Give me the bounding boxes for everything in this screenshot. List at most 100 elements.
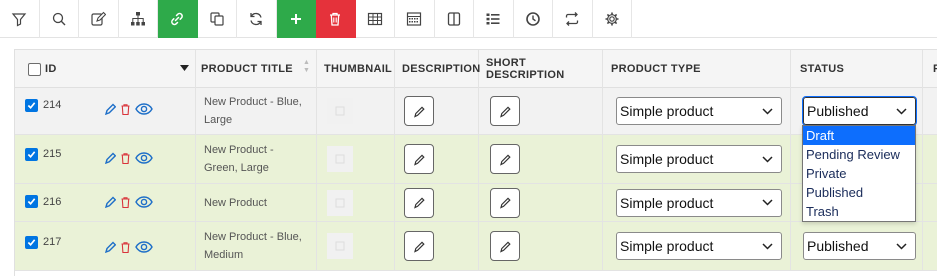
status-select[interactable]: Published [803, 232, 916, 260]
header-id[interactable]: ID [15, 50, 196, 88]
edit-description-button[interactable] [404, 187, 434, 218]
search-button[interactable] [40, 0, 79, 38]
product-type-cell: Simple product [603, 222, 791, 270]
status-option-published[interactable]: Published [803, 183, 915, 202]
status-option-private[interactable]: Private [803, 164, 915, 183]
thumbnail-cell[interactable] [317, 88, 395, 134]
pencil-icon[interactable] [105, 241, 116, 253]
title-cell[interactable]: New Product - Blue, Medium [196, 222, 317, 270]
product-type-select[interactable]: Simple product [616, 145, 782, 173]
description-cell [395, 88, 479, 134]
plus-icon [290, 14, 301, 24]
status-value: Published [807, 238, 869, 254]
thumbnail-cell[interactable] [317, 184, 395, 221]
delete-button[interactable] [316, 0, 356, 38]
row-checkbox[interactable] [25, 195, 38, 208]
pencil-icon[interactable] [105, 103, 116, 115]
header-status-label: STATUS [800, 63, 845, 75]
id-cell: 217 [15, 222, 196, 270]
table-row[interactable]: 217 New Product - Blue, Medium Simple pr… [15, 222, 937, 271]
list-icon [486, 13, 500, 25]
edit-description-button[interactable] [404, 144, 434, 174]
pencil-icon[interactable] [105, 196, 116, 208]
thumbnail-cell[interactable] [317, 222, 395, 270]
row-checkbox[interactable] [25, 235, 38, 249]
history-button[interactable] [514, 0, 553, 38]
row-id: 216 [43, 195, 62, 208]
pencil-icon [413, 153, 425, 166]
thumbnail-placeholder[interactable] [327, 189, 353, 216]
eye-icon[interactable] [135, 241, 153, 253]
swap-button[interactable] [553, 0, 593, 38]
product-title-line1: New Product - Blue, [204, 96, 302, 108]
status-option-pending-review[interactable]: Pending Review [803, 145, 915, 164]
pencil-icon[interactable] [105, 152, 116, 164]
link-button[interactable] [158, 0, 198, 38]
header-id-label: ID [45, 63, 57, 75]
add-button[interactable] [276, 0, 316, 38]
table-view-button[interactable] [356, 0, 395, 38]
header-product-title[interactable]: PRODUCT TITLE ▲ ▼ [196, 50, 317, 88]
settings-button[interactable] [593, 0, 632, 38]
product-type-select[interactable]: Simple product [616, 97, 782, 125]
duplicate-button[interactable] [198, 0, 237, 38]
swap-icon [566, 12, 579, 26]
row-checkbox[interactable] [25, 147, 38, 161]
product-title-line1: New Product - Blue, [204, 231, 302, 243]
calculator-button[interactable] [395, 0, 435, 38]
edit-icon [91, 11, 107, 26]
edit-short-description-button[interactable] [490, 231, 520, 261]
filter-button[interactable] [0, 0, 40, 38]
product-type-value: Simple product [620, 103, 714, 119]
status-option-trash[interactable]: Trash [803, 202, 915, 221]
header-status: STATUS [791, 50, 923, 88]
thumbnail-placeholder[interactable] [327, 233, 353, 259]
thumbnail-cell[interactable] [317, 135, 395, 183]
trash-icon[interactable] [121, 196, 130, 208]
products-table: ID PRODUCT TITLE ▲ ▼ THUMBNAIL DESCRIPTIO… [14, 49, 937, 276]
header-description: DESCRIPTION [395, 50, 480, 88]
eye-icon[interactable] [135, 103, 153, 115]
status-select[interactable]: Published [802, 96, 917, 126]
trash-icon[interactable] [121, 152, 130, 164]
product-type-select[interactable]: Simple product [616, 232, 782, 260]
caret-down-icon[interactable] [180, 65, 189, 72]
thumbnail-placeholder[interactable] [327, 98, 353, 124]
trash-icon[interactable] [121, 241, 130, 253]
select-all-checkbox[interactable] [28, 62, 41, 76]
product-title-line2: Green, Large [204, 162, 269, 174]
refresh-button[interactable] [237, 0, 277, 38]
list-view-button[interactable] [474, 0, 514, 38]
product-type-value: Simple product [620, 194, 714, 211]
image-icon [335, 198, 345, 207]
eye-icon[interactable] [135, 196, 153, 208]
table-icon [367, 12, 382, 26]
status-option-draft[interactable]: Draft [803, 126, 915, 145]
eye-icon[interactable] [135, 152, 153, 164]
table-row[interactable]: 215 New Product - Green, Large Simple pr… [15, 135, 937, 184]
product-type-value: Simple product [620, 151, 714, 167]
edit-description-button[interactable] [404, 96, 434, 126]
row-actions [105, 103, 153, 115]
product-type-select[interactable]: Simple product [616, 188, 782, 217]
header-short-description-label: SHORT DESCRIPTION [486, 57, 565, 81]
table-row[interactable]: 214 New Product - Blue, Large Simple pro… [15, 88, 937, 135]
title-cell[interactable]: New Product - Green, Large [196, 135, 317, 183]
edit-description-button[interactable] [404, 231, 434, 261]
row-actions [105, 196, 153, 208]
columns-button[interactable] [435, 0, 474, 38]
header-overflow: P [923, 50, 937, 88]
edit-short-description-button[interactable] [490, 96, 520, 126]
edit-short-description-button[interactable] [490, 187, 520, 218]
title-cell[interactable]: New Product - Blue, Large [196, 88, 317, 134]
thumbnail-placeholder[interactable] [327, 146, 353, 172]
hierarchy-button[interactable] [119, 0, 158, 38]
table-row[interactable]: 216 New Product Simple product [15, 184, 937, 222]
sort-icon[interactable]: ▲ ▼ [303, 59, 310, 75]
bulk-edit-button[interactable] [79, 0, 119, 38]
trash-icon[interactable] [121, 103, 130, 115]
title-cell[interactable]: New Product [196, 184, 317, 221]
edit-short-description-button[interactable] [490, 144, 520, 174]
row-id: 217 [43, 236, 62, 248]
row-checkbox[interactable] [25, 98, 38, 112]
